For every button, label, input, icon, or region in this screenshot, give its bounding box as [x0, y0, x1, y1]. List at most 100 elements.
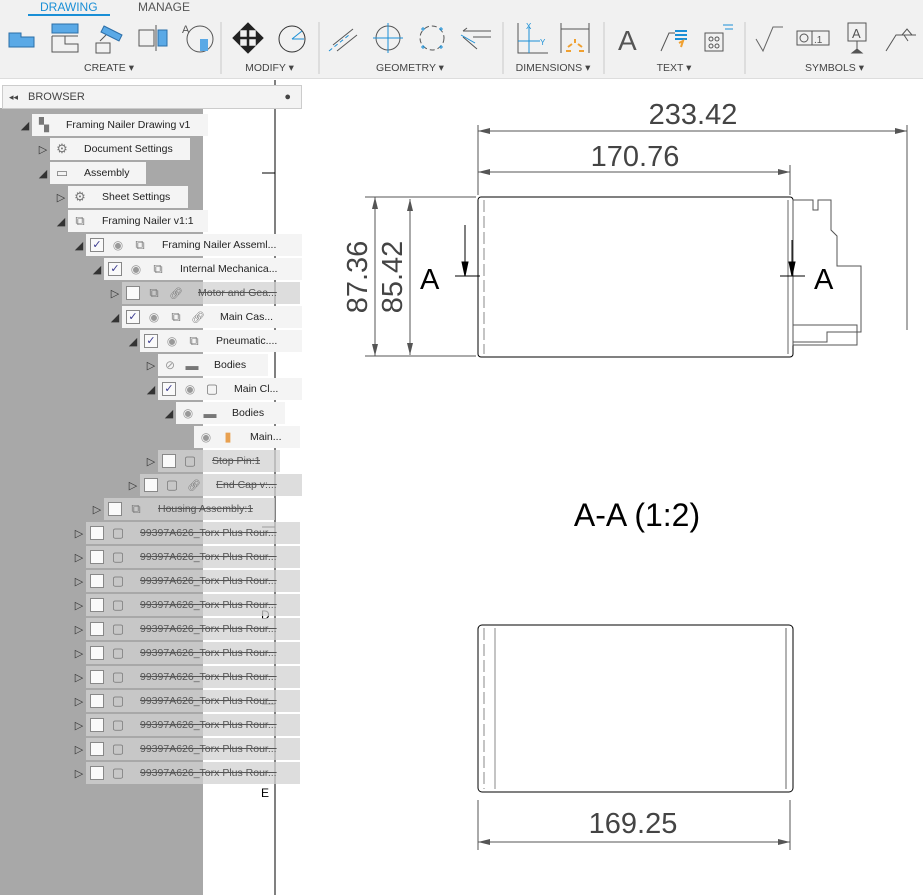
- collapse-arrow-icon[interactable]: ◢: [36, 167, 50, 180]
- tree-item[interactable]: ▭ Assembly: [50, 162, 146, 184]
- table-icon[interactable]: [701, 21, 735, 55]
- eye-icon[interactable]: ◉: [164, 334, 180, 348]
- tree-item[interactable]: ▢ 99397A626_Torx Plus Rour...: [86, 738, 300, 760]
- visibility-checkbox[interactable]: [90, 550, 104, 564]
- tree-item[interactable]: ⧉ Framing Nailer v1:1: [68, 210, 208, 232]
- visibility-checkbox[interactable]: ✓: [162, 382, 176, 396]
- expand-arrow-icon[interactable]: ▷: [72, 623, 86, 636]
- dimension-section-length[interactable]: 169.25: [589, 808, 678, 840]
- expand-arrow-icon[interactable]: ▷: [72, 575, 86, 588]
- visibility-checkbox[interactable]: [90, 526, 104, 540]
- tree-item[interactable]: ▚ Framing Nailer Drawing v1: [32, 114, 208, 136]
- dimensions-menu[interactable]: DIMENSIONS ▾: [504, 62, 602, 74]
- tab-drawing[interactable]: DRAWING: [28, 0, 110, 16]
- center-mark-icon[interactable]: [371, 21, 405, 55]
- eye-icon[interactable]: ◉: [180, 406, 196, 420]
- expand-arrow-icon[interactable]: ▷: [144, 359, 158, 372]
- expand-arrow-icon[interactable]: ▷: [90, 503, 104, 516]
- visibility-checkbox[interactable]: [90, 718, 104, 732]
- visibility-checkbox[interactable]: [90, 646, 104, 660]
- expand-arrow-icon[interactable]: ▷: [72, 695, 86, 708]
- collapse-arrow-icon[interactable]: ◢: [162, 407, 176, 420]
- tree-row[interactable]: ▷ ▢ 99397A626_Torx Plus Rour...: [72, 570, 300, 592]
- tree-item[interactable]: ◉ ▬ Bodies: [176, 402, 285, 424]
- tree-row[interactable]: ▷ ▢ 99397A626_Torx Plus Rour...: [72, 522, 300, 544]
- visibility-checkbox[interactable]: [108, 502, 122, 516]
- tree-item[interactable]: ⧉ Housing Assembly:1: [104, 498, 275, 520]
- tree-item[interactable]: ✓ ◉ ⧉ 🔗︎ Main Cas...: [122, 306, 302, 328]
- dimension-overall-height[interactable]: 87.36: [342, 241, 374, 314]
- eye-off-icon[interactable]: ⊘: [162, 358, 178, 372]
- eye-icon[interactable]: ◉: [182, 382, 198, 396]
- collapse-arrow-icon[interactable]: ◢: [54, 215, 68, 228]
- visibility-checkbox[interactable]: [144, 478, 158, 492]
- visibility-checkbox[interactable]: [90, 598, 104, 612]
- expand-arrow-icon[interactable]: ▷: [72, 551, 86, 564]
- tree-row[interactable]: ▷ ▢ Stop Pin:1: [144, 450, 280, 472]
- minimize-browser-icon[interactable]: ●: [284, 86, 291, 108]
- tree-item[interactable]: ✓ ◉ ⧉ Internal Mechanica...: [104, 258, 302, 280]
- collapse-arrow-icon[interactable]: ◢: [108, 311, 122, 324]
- tree-row[interactable]: ▷ ▢ 99397A626_Torx Plus Rour...: [72, 666, 300, 688]
- geometry-menu[interactable]: GEOMETRY ▾: [320, 62, 500, 74]
- tab-manage[interactable]: MANAGE: [138, 0, 190, 16]
- collapse-arrow-icon[interactable]: ◢: [90, 263, 104, 276]
- datum-identifier-icon[interactable]: A: [840, 21, 874, 55]
- expand-arrow-icon[interactable]: ▷: [72, 647, 86, 660]
- tree-row[interactable]: ◢ ✓ ◉ ⧉ Framing Nailer Asseml...: [72, 234, 302, 256]
- tree-row[interactable]: ◢ ⧉ Framing Nailer v1:1: [54, 210, 208, 232]
- rotate-icon[interactable]: [275, 21, 309, 55]
- expand-arrow-icon[interactable]: ▷: [72, 743, 86, 756]
- section-line[interactable]: [455, 225, 805, 277]
- expand-arrow-icon[interactable]: ▷: [144, 455, 158, 468]
- detail-view-icon[interactable]: [136, 21, 170, 55]
- visibility-checkbox[interactable]: ✓: [144, 334, 158, 348]
- tree-row[interactable]: ▷ ▢ 99397A626_Torx Plus Rour...: [72, 762, 300, 784]
- collapse-arrow-icon[interactable]: ◢: [72, 239, 86, 252]
- tree-row[interactable]: ◢ ▭ Assembly: [36, 162, 146, 184]
- visibility-checkbox[interactable]: ✓: [90, 238, 104, 252]
- centerline-icon[interactable]: [327, 21, 361, 55]
- break-view-icon[interactable]: A: [180, 21, 214, 55]
- tree-row[interactable]: ▷ ▢ 99397A626_Torx Plus Rour...: [72, 642, 300, 664]
- tree-row[interactable]: ▷ ⚙ Document Settings: [36, 138, 190, 160]
- tree-row[interactable]: ▷ ▢ 99397A626_Torx Plus Rour...: [72, 714, 300, 736]
- tree-row[interactable]: ▷ ▢ 99397A626_Torx Plus Rour...: [72, 618, 300, 640]
- expand-arrow-icon[interactable]: ▷: [72, 527, 86, 540]
- tree-row[interactable]: ▷ ⧉ 🔗︎ Motor and Gea...: [108, 282, 300, 304]
- tree-row[interactable]: ▷ ⚙ Sheet Settings: [54, 186, 188, 208]
- visibility-checkbox[interactable]: ✓: [108, 262, 122, 276]
- tree-item[interactable]: ▢ 99397A626_Torx Plus Rour...: [86, 762, 300, 784]
- visibility-checkbox[interactable]: [90, 574, 104, 588]
- visibility-checkbox[interactable]: [90, 670, 104, 684]
- tree-item[interactable]: ▢ 99397A626_Torx Plus Rour...: [86, 642, 300, 664]
- expand-arrow-icon[interactable]: ▷: [126, 479, 140, 492]
- tree-item[interactable]: ✓ ◉ ▢ Main Cl...: [158, 378, 302, 400]
- tree-item[interactable]: ▢ 99397A626_Torx Plus Rour...: [86, 690, 300, 712]
- symbols-menu[interactable]: SYMBOLS ▾: [746, 62, 923, 74]
- base-view-icon[interactable]: [4, 21, 38, 55]
- tree-row[interactable]: ◢ ▚ Framing Nailer Drawing v1: [18, 114, 208, 136]
- welding-symbol-icon[interactable]: [884, 21, 918, 55]
- tree-row[interactable]: ◢ ✓ ◉ ⧉ 🔗︎ Main Cas...: [108, 306, 302, 328]
- tree-item[interactable]: ⚙ Sheet Settings: [68, 186, 188, 208]
- tree-item[interactable]: ▢ 99397A626_Torx Plus Rour...: [86, 522, 300, 544]
- eye-icon[interactable]: ◉: [128, 262, 144, 276]
- eye-icon[interactable]: ◉: [110, 238, 126, 252]
- section-view-icon[interactable]: [92, 21, 126, 55]
- collapse-arrow-icon[interactable]: ◢: [144, 383, 158, 396]
- dimension-body-height[interactable]: 85.42: [377, 241, 409, 314]
- section-view[interactable]: [477, 624, 794, 793]
- projected-view-icon[interactable]: [48, 21, 82, 55]
- tree-item[interactable]: ▢ 99397A626_Torx Plus Rour...: [86, 618, 300, 640]
- tree-row[interactable]: ▷ ▢ 99397A626_Torx Plus Rour...: [72, 690, 300, 712]
- tree-item[interactable]: ▢ 99397A626_Torx Plus Rour...: [86, 666, 300, 688]
- expand-arrow-icon[interactable]: ▷: [72, 719, 86, 732]
- visibility-checkbox[interactable]: [126, 286, 140, 300]
- tree-item[interactable]: ▢ 🔗︎ End Cap v:...: [140, 474, 302, 496]
- feature-control-frame-icon[interactable]: .1: [796, 21, 830, 55]
- move-icon[interactable]: [231, 21, 265, 55]
- dimension-body-length[interactable]: 170.76: [591, 141, 680, 173]
- tree-item[interactable]: ▢ 99397A626_Torx Plus Rour...: [86, 546, 300, 568]
- edge-extension-icon[interactable]: [459, 21, 493, 55]
